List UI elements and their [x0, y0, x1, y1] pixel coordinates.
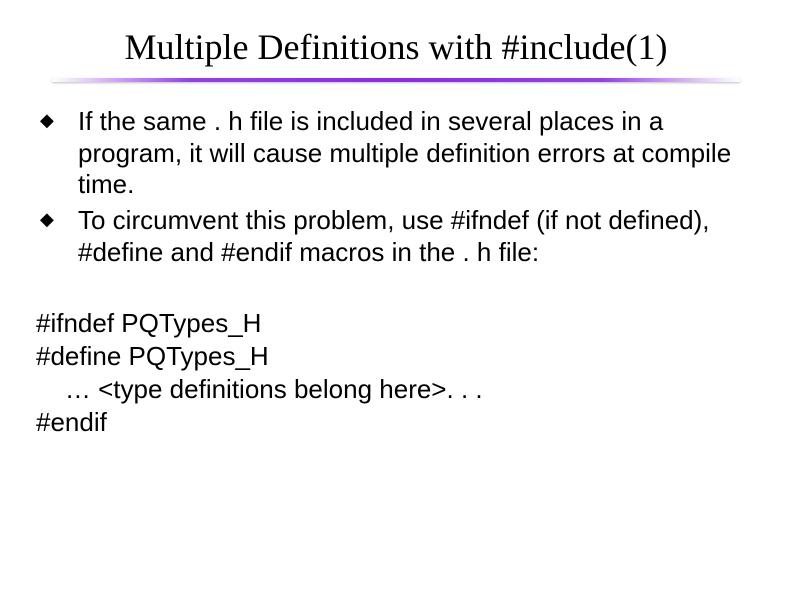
bullet-text: To circumvent this problem, use #ifndef … [78, 205, 710, 267]
list-item: To circumvent this problem, use #ifndef … [36, 205, 756, 268]
list-item: If the same . h file is included in seve… [36, 106, 756, 201]
slide: { "title": "Multiple Definitions with #i… [0, 0, 792, 612]
bullet-list: If the same . h file is included in seve… [36, 106, 756, 269]
code-block: #ifndef PQTypes_H #define PQTypes_H … <t… [0, 273, 792, 440]
page-title: Multiple Definitions with #include(1) [0, 0, 792, 68]
body-text: If the same . h file is included in seve… [0, 82, 792, 269]
bullet-text: If the same . h file is included in seve… [78, 106, 731, 199]
